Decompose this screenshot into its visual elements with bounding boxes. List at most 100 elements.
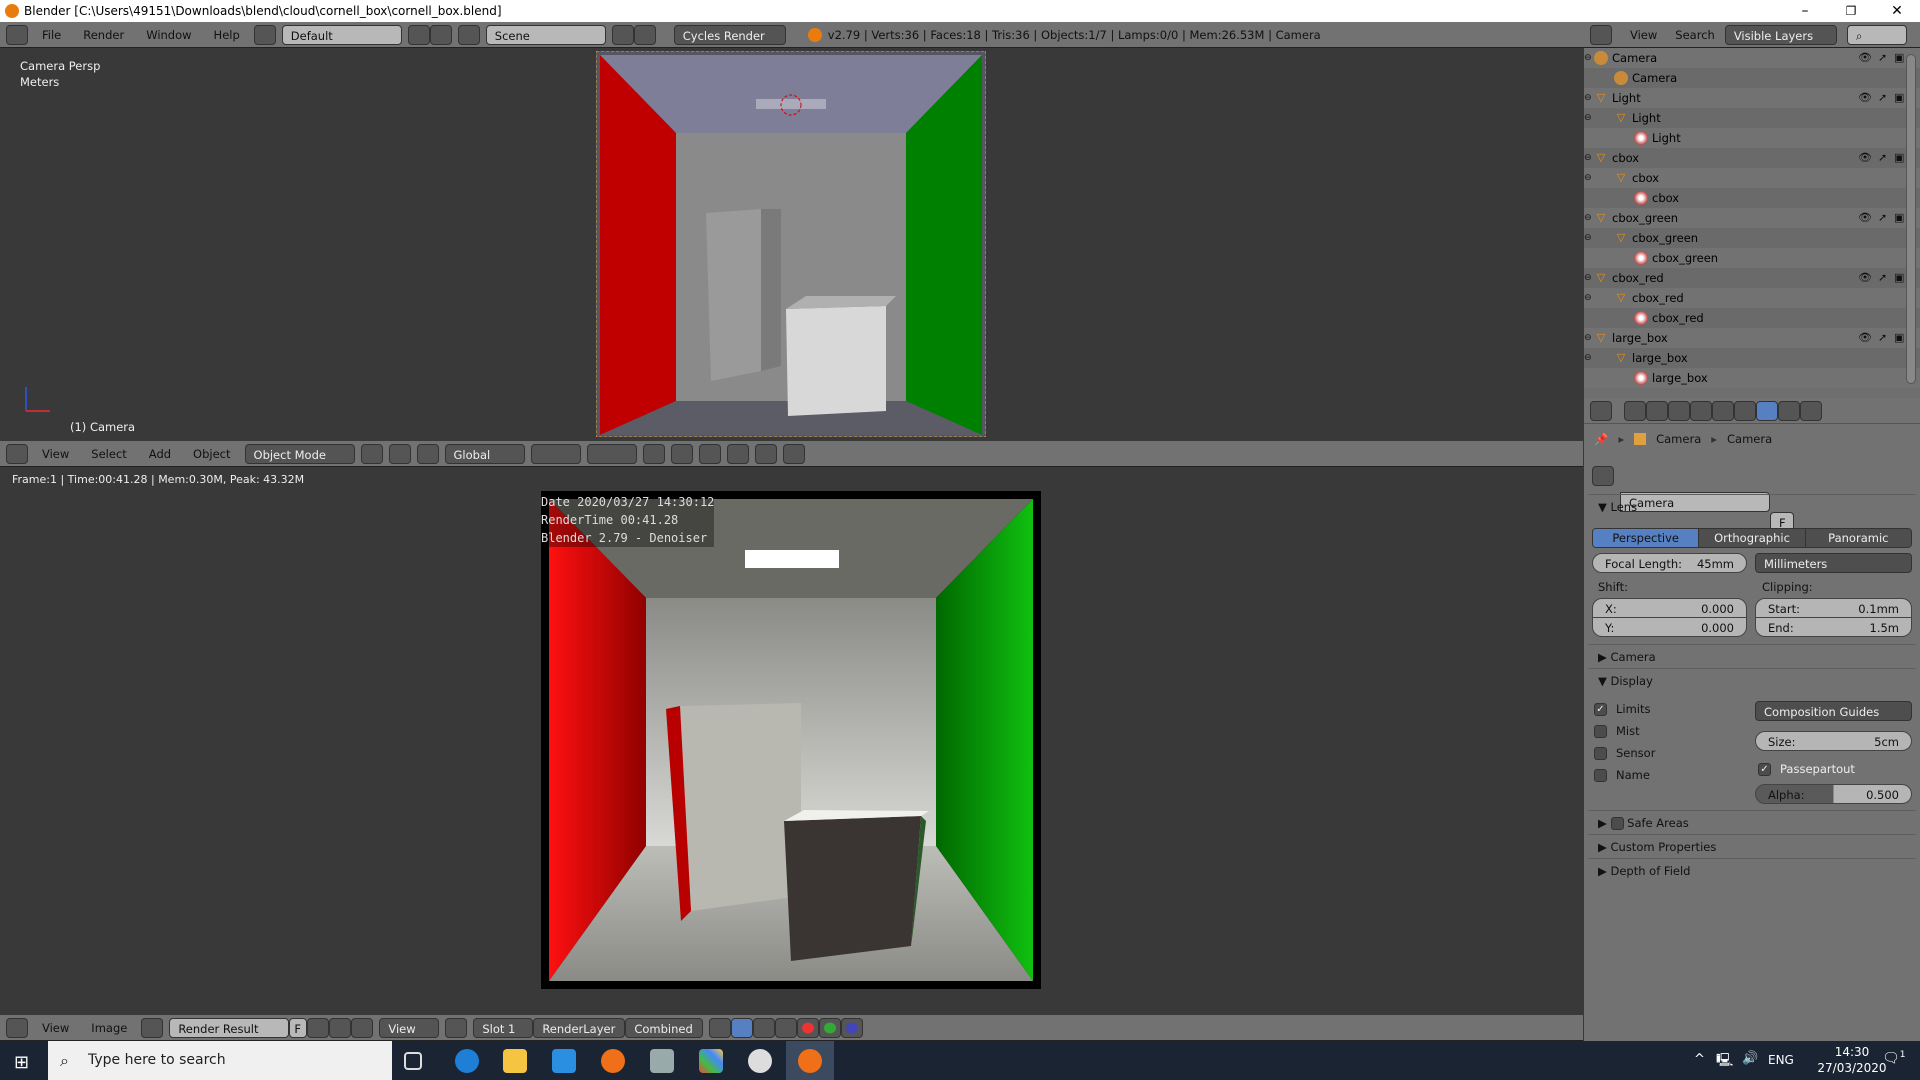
renderability-camera-icon[interactable]: ▣ <box>1894 208 1904 228</box>
outliner-item[interactable]: ⊖ ▽ large_box <box>1584 348 1920 368</box>
clock[interactable]: 14:30 27/03/2020 <box>1812 1044 1892 1076</box>
pivot-icon[interactable] <box>445 1017 468 1038</box>
add-layout-icon[interactable] <box>407 24 430 45</box>
language-indicator[interactable]: ENG <box>1768 1053 1794 1067</box>
outliner-item[interactable]: ⊖ ▽ cbox_green 👁 ➚ ▣ <box>1584 208 1920 228</box>
compass-icon[interactable] <box>748 1049 772 1073</box>
editor-type-icon[interactable] <box>6 443 28 464</box>
pivot-icon[interactable] <box>388 443 411 464</box>
menu-render[interactable]: Render <box>75 28 132 42</box>
start-button[interactable]: ⊞ <box>14 1052 29 1073</box>
snap-icon[interactable] <box>698 443 721 464</box>
3d-viewport[interactable]: Camera Persp Meters (1) Camera <box>0 49 1583 441</box>
outliner-item[interactable]: ⊖ ▽ large_box 👁 ➚ ▣ <box>1584 328 1920 348</box>
add-scene-icon[interactable] <box>611 24 634 45</box>
render-pass-select[interactable]: Combined <box>625 1017 704 1038</box>
dof-panel-header[interactable]: ▶ Depth of Field <box>1588 858 1916 882</box>
menu-view[interactable]: View <box>34 1021 77 1035</box>
search-field[interactable]: ⌕ <box>1846 24 1907 45</box>
tab-scene-icon[interactable] <box>1668 400 1690 421</box>
draw-channels-icon[interactable] <box>709 1017 732 1038</box>
menu-object[interactable]: Object <box>185 447 238 461</box>
mail-icon[interactable] <box>552 1049 576 1073</box>
outliner-item[interactable]: Light <box>1584 128 1920 148</box>
display-mode-select[interactable]: Visible Layers <box>1724 24 1837 45</box>
tab-physics-icon[interactable] <box>1800 400 1822 421</box>
menu-window[interactable]: Window <box>138 28 199 42</box>
unlink-image-icon[interactable] <box>351 1017 374 1038</box>
scene-icon[interactable] <box>457 24 480 45</box>
tab-render-icon[interactable] <box>1624 400 1646 421</box>
orientation-select[interactable]: Global <box>444 443 525 464</box>
menu-help[interactable]: Help <box>206 28 248 42</box>
render-opengl-icon[interactable] <box>754 443 777 464</box>
lens-perspective-button[interactable]: Perspective <box>1593 529 1699 547</box>
layers-grid-icon[interactable] <box>530 443 581 464</box>
image-browse-icon[interactable] <box>141 1017 164 1038</box>
menu-file[interactable]: File <box>34 28 69 42</box>
tab-camera-data-icon[interactable] <box>1756 400 1778 421</box>
visibility-eye-icon[interactable]: 👁 <box>1858 148 1872 168</box>
menu-add[interactable]: Add <box>141 447 179 461</box>
file-explorer-icon[interactable] <box>503 1049 527 1073</box>
renderability-camera-icon[interactable]: ▣ <box>1894 268 1904 288</box>
renderability-camera-icon[interactable]: ▣ <box>1894 88 1904 108</box>
render-engine-select[interactable]: Cycles Render <box>673 24 786 45</box>
selectability-cursor-icon[interactable]: ➚ <box>1878 328 1887 348</box>
new-image-icon[interactable] <box>307 1017 330 1038</box>
taskbar-search-box[interactable]: ⌕ Type here to search <box>48 1041 392 1080</box>
lens-panel-header[interactable]: ▼ Lens <box>1588 494 1916 518</box>
sensor-checkbox[interactable] <box>1594 747 1607 760</box>
shift-y-field[interactable]: Y: 0.000 <box>1592 617 1747 637</box>
tab-texture-icon[interactable] <box>1778 400 1800 421</box>
task-view-icon[interactable] <box>404 1052 422 1070</box>
screen-layout-icon[interactable] <box>253 24 276 45</box>
tab-constraints-icon[interactable] <box>1734 400 1756 421</box>
custom-properties-panel-header[interactable]: ▶ Custom Properties <box>1588 834 1916 858</box>
minimize-button[interactable]: – <box>1782 0 1828 22</box>
visibility-eye-icon[interactable]: 👁 <box>1858 88 1872 108</box>
image-name-field[interactable]: Render Result <box>169 1017 290 1038</box>
outliner-item[interactable]: ⊖ Camera 👁 ➚ ▣ <box>1584 48 1920 68</box>
sequence-icon[interactable] <box>775 1017 798 1038</box>
resource-monitor-icon[interactable] <box>650 1049 674 1073</box>
outliner-item[interactable]: ⊖ ▽ Light <box>1584 108 1920 128</box>
volume-icon[interactable]: 🔊 <box>1742 1051 1758 1066</box>
outliner-item[interactable]: ⊖ ▽ cbox_red 👁 ➚ ▣ <box>1584 268 1920 288</box>
renderability-camera-icon[interactable]: ▣ <box>1894 148 1904 168</box>
editor-type-icon[interactable] <box>1590 400 1612 421</box>
alpha-channel-icon[interactable] <box>731 1017 754 1038</box>
selectability-cursor-icon[interactable]: ➚ <box>1878 268 1887 288</box>
display-panel-header[interactable]: ▼ Display <box>1588 668 1916 692</box>
tab-object-icon[interactable] <box>1712 400 1734 421</box>
remove-layout-icon[interactable] <box>429 24 452 45</box>
visibility-eye-icon[interactable]: 👁 <box>1858 48 1872 68</box>
selectability-cursor-icon[interactable]: ➚ <box>1878 208 1887 228</box>
clip-end-field[interactable]: End: 1.5m <box>1755 617 1912 637</box>
alpha-slider[interactable]: Alpha: 0.500 <box>1755 784 1912 804</box>
mist-checkbox[interactable] <box>1594 725 1607 738</box>
view-mode-select[interactable]: View <box>379 1017 440 1038</box>
editor-type-icon[interactable] <box>6 1017 28 1038</box>
passepartout-checkbox[interactable]: ✓ <box>1758 763 1771 776</box>
composition-guides-select[interactable]: Composition Guides <box>1755 701 1912 721</box>
outliner-item[interactable]: large_box <box>1584 368 1920 388</box>
layout-select[interactable]: Default <box>281 24 402 45</box>
lock-layers-icon[interactable] <box>642 443 665 464</box>
image-editor[interactable]: Frame:1 | Time:00:41.28 | Mem:0.30M, Pea… <box>0 467 1583 1015</box>
lens-unit-select[interactable]: Millimeters <box>1755 553 1912 573</box>
layers-grid-2-icon[interactable] <box>586 443 637 464</box>
manipulator-icon[interactable] <box>416 443 439 464</box>
network-icon[interactable]: 🖳 <box>1716 1051 1733 1073</box>
render-animation-icon[interactable] <box>782 443 805 464</box>
outliner-item[interactable]: cbox_red <box>1584 308 1920 328</box>
visibility-eye-icon[interactable]: 👁 <box>1858 268 1872 288</box>
z-buffer-icon[interactable] <box>753 1017 776 1038</box>
firefox-icon[interactable] <box>601 1049 625 1073</box>
outliner-item[interactable]: ⊖ ▽ cbox_red <box>1584 288 1920 308</box>
tab-layers-icon[interactable] <box>1646 400 1668 421</box>
limits-checkbox[interactable]: ✓ <box>1594 703 1607 716</box>
camera-panel-header[interactable]: ▶ Camera <box>1588 644 1916 668</box>
lens-panoramic-button[interactable]: Panoramic <box>1804 529 1911 547</box>
edge-icon[interactable] <box>455 1049 479 1073</box>
